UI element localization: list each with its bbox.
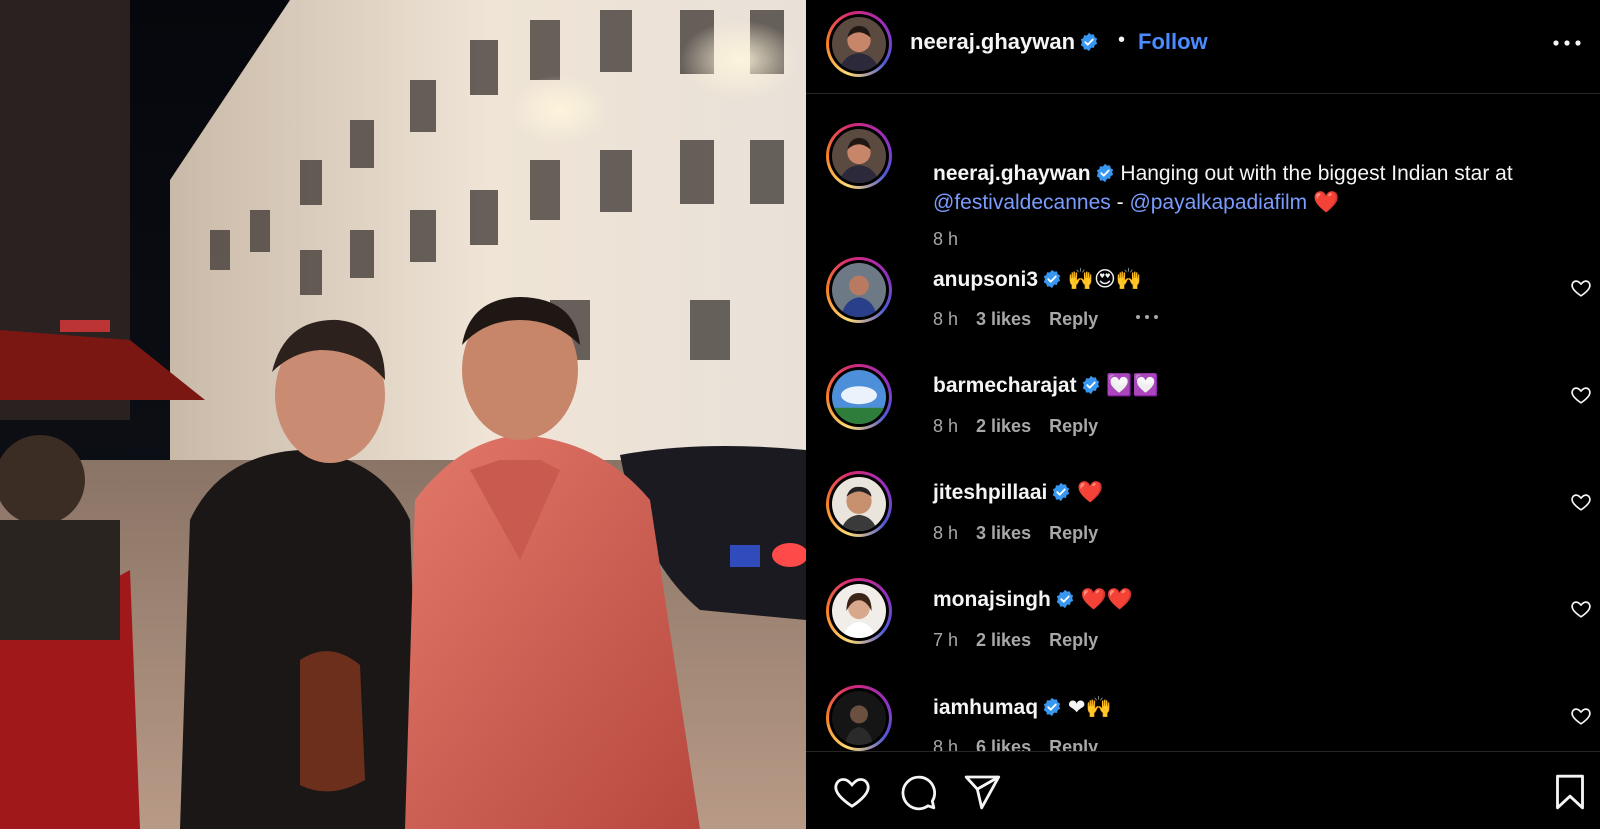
caption-timestamp[interactable]: 8 h [933, 229, 958, 250]
comment-time[interactable]: 7 h [933, 630, 958, 650]
comment-username[interactable]: barmecharajat [933, 374, 1077, 397]
comment-time[interactable]: 8 h [933, 523, 958, 543]
caption-text: neeraj.ghaywan Hanging out with the bigg… [933, 159, 1583, 217]
comment-likes[interactable]: 3 likes [976, 523, 1031, 543]
comment-item: barmecharajat 💟💟 8 h 2 likes Reply [826, 364, 1600, 464]
comment-meta: 8 h 3 likes Reply [933, 523, 1116, 544]
post-header: neeraj.ghaywan • Follow [806, 0, 1600, 94]
comment-username[interactable]: anupsoni3 [933, 268, 1038, 291]
author-username[interactable]: neeraj.ghaywan [910, 29, 1099, 55]
comment-text: 🙌😍🙌 [1067, 268, 1143, 291]
comment-text: ❤️❤️ [1080, 588, 1133, 611]
more-horizontal-icon[interactable] [1134, 312, 1160, 322]
verified-badge-icon [1056, 589, 1074, 609]
post-actions-bar [806, 751, 1600, 829]
comment-likes[interactable]: 2 likes [976, 416, 1031, 436]
follow-button[interactable]: Follow [1138, 29, 1208, 55]
comment-username[interactable]: jiteshpillaai [933, 481, 1047, 504]
bookmark-icon[interactable] [1550, 772, 1590, 812]
heart-icon[interactable] [1570, 705, 1592, 727]
comment-item: monajsingh ❤️❤️ 7 h 2 likes Reply [826, 578, 1600, 678]
mention-link[interactable]: @festivaldecannes [933, 191, 1111, 214]
reply-button[interactable]: Reply [1049, 737, 1098, 751]
comment-text: ❤🙌 [1067, 696, 1112, 719]
heart-icon[interactable] [832, 772, 872, 812]
comment-text: 💟💟 [1106, 374, 1159, 397]
comment-item: iamhumaq ❤🙌 8 h 6 likes Reply [826, 685, 1600, 751]
comment-line: iamhumaq ❤🙌 [933, 695, 1112, 720]
verified-badge-icon [1053, 482, 1070, 502]
comment-line: jiteshpillaai ❤️ [933, 481, 1103, 505]
comment-text: ❤️ [1077, 481, 1104, 504]
reply-button[interactable]: Reply [1049, 630, 1098, 650]
more-horizontal-icon[interactable] [1550, 28, 1584, 58]
verified-badge-icon [1043, 269, 1061, 289]
verified-badge-icon [1080, 32, 1098, 52]
verified-badge-icon [1096, 163, 1113, 183]
comment-line: monajsingh ❤️❤️ [933, 588, 1133, 612]
commenter-avatar[interactable] [826, 364, 892, 430]
comment-likes[interactable]: 6 likes [976, 737, 1031, 751]
comment-line: anupsoni3 🙌😍🙌 [933, 267, 1142, 292]
commenter-avatar[interactable] [826, 471, 892, 537]
heart-icon[interactable] [1570, 384, 1592, 406]
heart-icon[interactable] [1570, 491, 1592, 513]
commenter-avatar[interactable] [826, 578, 892, 644]
comment-meta: 8 h 6 likes Reply [933, 737, 1116, 751]
caption-avatar[interactable] [826, 123, 892, 189]
comment-time[interactable]: 8 h [933, 309, 958, 329]
commenter-avatar[interactable] [826, 685, 892, 751]
mention-link[interactable]: @payalkapadiafilm [1129, 191, 1307, 214]
reply-button[interactable]: Reply [1049, 309, 1098, 329]
caption-body: Hanging out with the biggest Indian star… [1120, 162, 1513, 185]
comment-icon[interactable] [898, 772, 938, 812]
comment-time[interactable]: 8 h [933, 737, 958, 751]
comment-time[interactable]: 8 h [933, 416, 958, 436]
post-photo[interactable] [0, 0, 806, 829]
comment-meta: 8 h 3 likes Reply [933, 309, 1160, 330]
comment-likes[interactable]: 3 likes [976, 309, 1031, 329]
comment-username[interactable]: monajsingh [933, 588, 1051, 611]
comment-item: jiteshpillaai ❤️ 8 h 3 likes Reply [826, 471, 1600, 571]
commenter-avatar[interactable] [826, 257, 892, 323]
author-username-text[interactable]: neeraj.ghaywan [910, 29, 1075, 54]
heart-icon[interactable] [1570, 598, 1592, 620]
caption-username[interactable]: neeraj.ghaywan [933, 162, 1091, 185]
comments-list[interactable]: neeraj.ghaywan Hanging out with the bigg… [806, 95, 1600, 751]
reply-button[interactable]: Reply [1049, 523, 1098, 543]
heart-icon[interactable] [1570, 277, 1592, 299]
comment-username[interactable]: iamhumaq [933, 696, 1038, 719]
verified-badge-icon [1043, 697, 1061, 717]
comment-meta: 8 h 2 likes Reply [933, 416, 1116, 437]
caption-dash: - [1110, 191, 1130, 214]
header-separator: • [1118, 29, 1126, 51]
caption-emoji: ❤️ [1313, 191, 1340, 214]
comment-item: anupsoni3 🙌😍🙌 8 h 3 likes Reply [826, 257, 1600, 357]
send-icon[interactable] [962, 772, 1002, 812]
author-avatar[interactable] [826, 11, 892, 77]
post-side-panel: neeraj.ghaywan • Follow neeraj.ghaywan H… [806, 0, 1600, 829]
comment-line: barmecharajat 💟💟 [933, 374, 1159, 398]
comment-likes[interactable]: 2 likes [976, 630, 1031, 650]
comment-meta: 7 h 2 likes Reply [933, 630, 1116, 651]
verified-badge-icon [1082, 375, 1099, 395]
reply-button[interactable]: Reply [1049, 416, 1098, 436]
